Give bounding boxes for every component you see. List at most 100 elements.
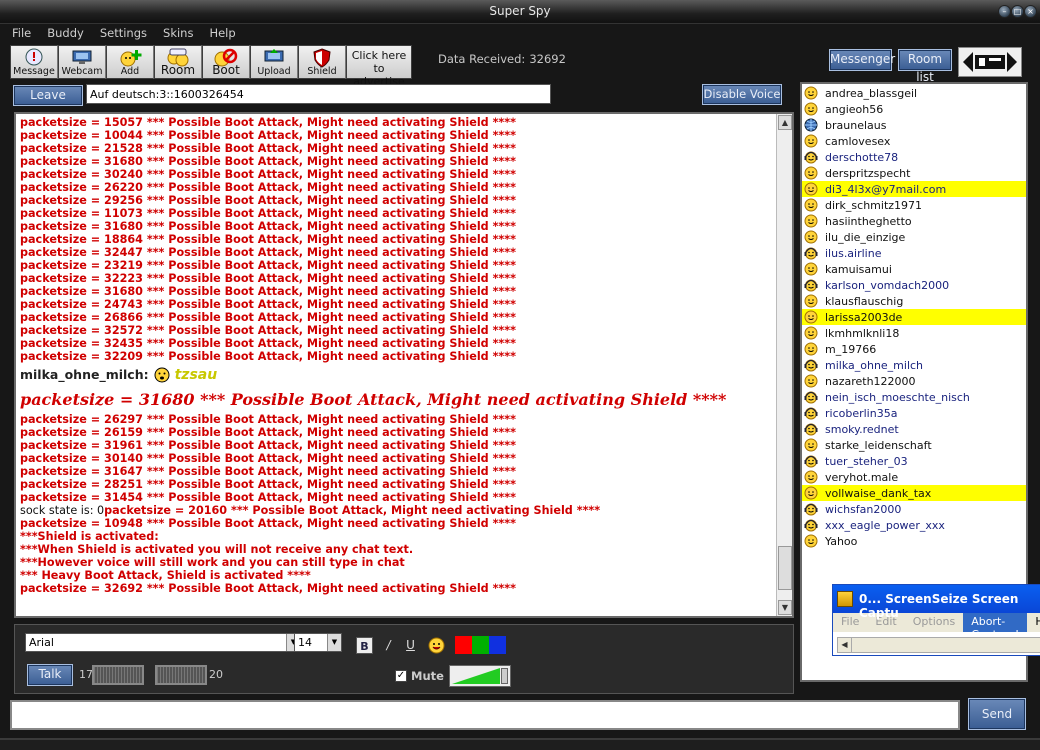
user-list-item[interactable]: braunelaus	[802, 117, 1026, 133]
user-list-item[interactable]: derschotte78	[802, 149, 1026, 165]
user-list-item[interactable]: xxx_eagle_power_xxx	[802, 517, 1026, 533]
packet-size-value: 31961	[104, 439, 143, 452]
font-size-select[interactable]: 14 ▼	[294, 633, 342, 652]
scroll-down-arrow[interactable]: ▼	[778, 600, 792, 615]
scroll-up-arrow[interactable]: ▲	[778, 115, 792, 130]
menu-buddy[interactable]: Buddy	[45, 26, 86, 42]
user-list-item[interactable]: nazareth122000	[802, 373, 1026, 389]
user-list-item[interactable]: Yahoo	[802, 533, 1026, 549]
italic-button[interactable]: /	[380, 637, 397, 654]
user-list-item[interactable]: wichsfan2000	[802, 501, 1026, 517]
user-list-item[interactable]: camlovesex	[802, 133, 1026, 149]
volume-slider[interactable]	[449, 665, 511, 687]
user-list-item[interactable]: vollwaise_dank_tax	[802, 485, 1026, 501]
volume-handle[interactable]	[501, 668, 508, 684]
advertise-button[interactable]: Click here to advertise	[346, 45, 412, 88]
mic-level-slider[interactable]	[92, 665, 144, 685]
packet-size-value: 28251	[104, 478, 143, 491]
user-list-item[interactable]: angieoh56	[802, 101, 1026, 117]
user-list-item[interactable]: starke_leidenschaft	[802, 437, 1026, 453]
user-list-item[interactable]: ricoberlin35a	[802, 405, 1026, 421]
user-list-item[interactable]: m_19766	[802, 341, 1026, 357]
ss-menu-help[interactable]: H	[1027, 613, 1040, 632]
user-list-item[interactable]: hasiintheghetto	[802, 213, 1026, 229]
user-list-item[interactable]: derspritzspecht	[802, 165, 1026, 181]
room-list-button[interactable]: Room list	[898, 49, 952, 84]
user-list-item[interactable]: karlson_vomdach2000	[802, 277, 1026, 293]
scroll-thumb[interactable]	[778, 546, 792, 590]
user-list-item[interactable]: dirk_schmitz1971	[802, 197, 1026, 213]
user-list-item[interactable]: di3_4l3x@y7mail.com	[802, 181, 1026, 197]
attack-warning: *** Possible Boot Attack, Might need act…	[142, 272, 516, 285]
user-list-item[interactable]: veryhot.male	[802, 469, 1026, 485]
chevron-down-icon[interactable]: ▼	[327, 634, 341, 651]
underline-button[interactable]: U	[402, 637, 419, 654]
user-name: nazareth122000	[825, 374, 916, 388]
packet-size-value: 29256	[104, 194, 143, 207]
attack-warning: *** Possible Boot Attack, Might need act…	[142, 181, 516, 194]
upload-button[interactable]: Upload	[250, 45, 298, 79]
minimize-button[interactable]: –	[998, 5, 1011, 18]
user-list-item[interactable]: larissa2003de	[802, 309, 1026, 325]
attack-warning: *** Possible Boot Attack, Might need act…	[142, 478, 516, 491]
user-name: di3_4l3x@y7mail.com	[825, 182, 947, 196]
format-bar: Arial▼ 14 ▼ B / U Talk 17 20 ✓ Mute	[14, 624, 794, 694]
bold-button[interactable]: B	[356, 637, 373, 654]
disable-voice-button[interactable]: Disable Voice	[702, 84, 782, 105]
user-list-item[interactable]: nein_isch_moeschte_nisch	[802, 389, 1026, 405]
user-list-item[interactable]: ilus.airline	[802, 245, 1026, 261]
chat-input[interactable]	[10, 700, 960, 730]
data-received-value: 32692	[529, 52, 566, 66]
font-select[interactable]: Arial▼	[25, 633, 301, 652]
headset-smiley-icon	[804, 519, 818, 532]
color-blue-swatch[interactable]	[489, 636, 506, 654]
user-list-item[interactable]: lkmhmlknli18	[802, 325, 1026, 341]
color-green-swatch[interactable]	[472, 636, 489, 654]
ss-menu-abort-capture[interactable]: Abort-Capture!	[963, 613, 1028, 641]
user-name: tuer_steher_03	[825, 454, 908, 468]
leave-button[interactable]: Leave	[13, 85, 83, 106]
boot-button[interactable]: Boot	[202, 45, 250, 79]
user-list-item[interactable]: milka_ohne_milch	[802, 357, 1026, 373]
user-name: lkmhmlknli18	[825, 326, 900, 340]
scroll-left-arrow[interactable]: ◀	[838, 638, 852, 652]
messenger-button[interactable]: Messenger	[829, 49, 895, 71]
chat-line: packetsize = 32209 *** Possible Boot Att…	[20, 350, 516, 363]
message-button[interactable]: Message	[10, 45, 58, 79]
room-button[interactable]: Room	[154, 45, 202, 79]
user-list-item[interactable]: kamuisamui	[802, 261, 1026, 277]
mute-checkbox[interactable]: ✓	[395, 670, 407, 682]
add-button[interactable]: Add	[106, 45, 154, 79]
menu-settings[interactable]: Settings	[98, 26, 149, 42]
menu-file[interactable]: File	[10, 26, 33, 42]
user-list-item[interactable]: tuer_steher_03	[802, 453, 1026, 469]
chat-line: packetsize = 21528 *** Possible Boot Att…	[20, 142, 516, 155]
menu-skins[interactable]: Skins	[161, 26, 195, 42]
emoticon-button[interactable]	[428, 637, 445, 654]
advertise-line-1: Click here to	[351, 49, 407, 75]
webcam-button[interactable]: Webcam	[58, 45, 106, 79]
speaker-level-slider[interactable]	[155, 665, 207, 685]
bottom-strip	[0, 738, 1040, 750]
chat-scrollbar[interactable]: ▲ ▼	[776, 114, 792, 616]
user-list-item[interactable]: andrea_blassgeil	[802, 85, 1026, 101]
maximize-button[interactable]: □	[1011, 5, 1024, 18]
color-red-swatch[interactable]	[455, 636, 472, 654]
shield-button[interactable]: Shield	[298, 45, 346, 79]
close-button[interactable]: ×	[1024, 5, 1037, 18]
menu-help[interactable]: Help	[207, 26, 237, 42]
chat-line: packetsize = 26159 *** Possible Boot Att…	[20, 426, 516, 439]
upload-icon	[264, 49, 284, 62]
talk-button[interactable]: Talk	[27, 664, 73, 686]
user-list-item[interactable]: smoky.rednet	[802, 421, 1026, 437]
ss-menu-options[interactable]: Options	[905, 613, 963, 632]
user-list-item[interactable]: ilu_die_einzige	[802, 229, 1026, 245]
screenseize-scrollbar[interactable]: ◀	[837, 637, 1040, 653]
chat-message-text: tzsau	[174, 367, 218, 383]
send-button[interactable]: Send	[968, 698, 1026, 730]
packet-size-value: 30240	[104, 168, 143, 181]
room-name-field[interactable]: Auf deutsch:3::1600326454	[86, 84, 551, 104]
user-name: derschotte78	[825, 150, 899, 164]
user-list-item[interactable]: klausflauschig	[802, 293, 1026, 309]
chat-pane: packetsize = 15057 *** Possible Boot Att…	[14, 112, 794, 618]
